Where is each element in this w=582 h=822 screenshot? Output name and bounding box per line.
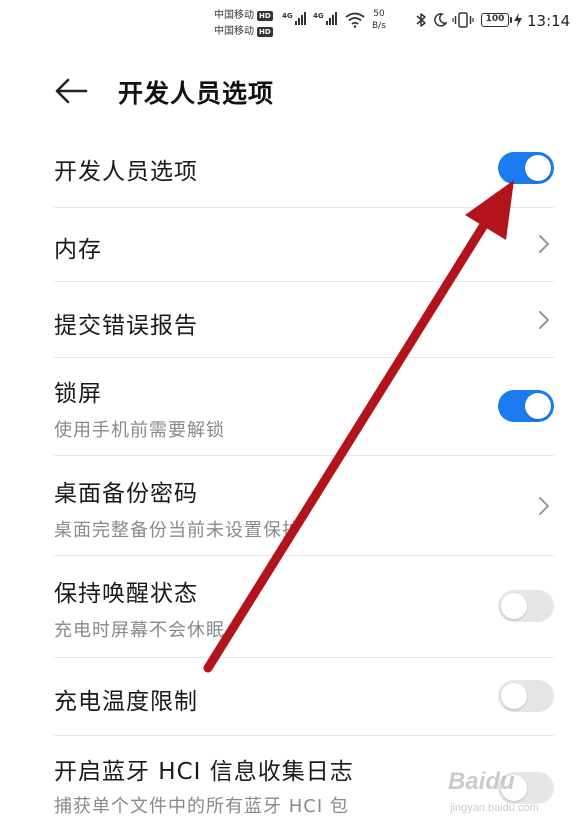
setting-charging-temp-limit[interactable]: 充电温度限制 [54, 658, 554, 736]
net-speed-unit: B/s [372, 21, 386, 31]
stay-awake-toggle[interactable] [498, 590, 554, 622]
toggle-knob [525, 393, 551, 419]
carrier-info: 中国移动 HD 中国移动 HD [214, 8, 273, 40]
status-time: 13:14 [527, 12, 571, 30]
setting-stay-awake[interactable]: 保持唤醒状态 充电时屏幕不会休眠 [54, 556, 554, 658]
setting-title: 桌面备份密码 [54, 481, 198, 507]
network-speed: 50 B/s [372, 8, 386, 32]
charging-temp-limit-toggle[interactable] [498, 680, 554, 712]
vibrate-icon [452, 12, 474, 28]
page-title: 开发人员选项 [118, 79, 275, 108]
status-bar: 中国移动 HD 中国移动 HD 4G 4G 50 B/s 100 13:14 [0, 0, 582, 46]
setting-title: 提交错误报告 [54, 313, 198, 339]
arrow-left-icon[interactable] [54, 78, 88, 104]
app-header: 开发人员选项 [0, 60, 582, 120]
toggle-knob [525, 155, 551, 181]
signal-2-icon: 4G [313, 12, 337, 25]
watermark: Baidu jingyan.baidu.com [448, 758, 578, 820]
hd-badge-1: HD [257, 11, 273, 21]
setting-title: 内存 [54, 237, 102, 263]
setting-title: 开发人员选项 [54, 159, 198, 185]
setting-title: 开启蓝牙 HCI 信息收集日志 [54, 759, 354, 785]
wifi-icon [345, 12, 365, 28]
setting-memory[interactable]: 内存 [54, 208, 554, 282]
developer-options-toggle[interactable] [498, 152, 554, 184]
developer-options-screen: 中国移动 HD 中国移动 HD 4G 4G 50 B/s 100 13:14 开… [0, 0, 582, 822]
net-speed-value: 50 [373, 9, 385, 19]
battery-level: 100 [485, 14, 505, 24]
setting-developer-options[interactable]: 开发人员选项 [54, 128, 554, 208]
setting-bug-report[interactable]: 提交错误报告 [54, 282, 554, 358]
setting-title: 充电温度限制 [54, 689, 198, 715]
signal-1-icon: 4G [282, 12, 306, 25]
chevron-right-icon [539, 311, 549, 329]
toggle-knob [501, 683, 527, 709]
lock-screen-toggle[interactable] [498, 390, 554, 422]
setting-subtitle: 桌面完整备份当前未设置保护 [54, 520, 301, 541]
signal-1-tag: 4G [282, 12, 293, 20]
setting-desktop-backup-password[interactable]: 桌面备份密码 桌面完整备份当前未设置保护 [54, 456, 554, 556]
watermark-brand: Baidu [448, 768, 515, 795]
carrier-2-label: 中国移动 [214, 26, 254, 37]
bolt-icon [514, 13, 522, 27]
moon-icon [434, 13, 447, 27]
setting-lock-screen[interactable]: 锁屏 使用手机前需要解锁 [54, 358, 554, 456]
chevron-right-icon [539, 497, 549, 515]
battery-indicator: 100 [481, 13, 512, 27]
hd-badge-2: HD [257, 27, 273, 37]
chevron-right-icon [539, 235, 549, 253]
setting-title: 保持唤醒状态 [54, 581, 198, 607]
bluetooth-icon [416, 13, 426, 27]
watermark-url: jingyan.baidu.com [450, 802, 539, 814]
setting-subtitle: 充电时屏幕不会休眠 [54, 620, 225, 641]
setting-title: 锁屏 [54, 381, 102, 407]
carrier-1-label: 中国移动 [214, 10, 254, 21]
signal-2-tag: 4G [313, 12, 324, 20]
setting-subtitle: 使用手机前需要解锁 [54, 420, 225, 441]
toggle-knob [501, 593, 527, 619]
setting-subtitle: 捕获单个文件中的所有蓝牙 HCI 包 [54, 796, 349, 817]
